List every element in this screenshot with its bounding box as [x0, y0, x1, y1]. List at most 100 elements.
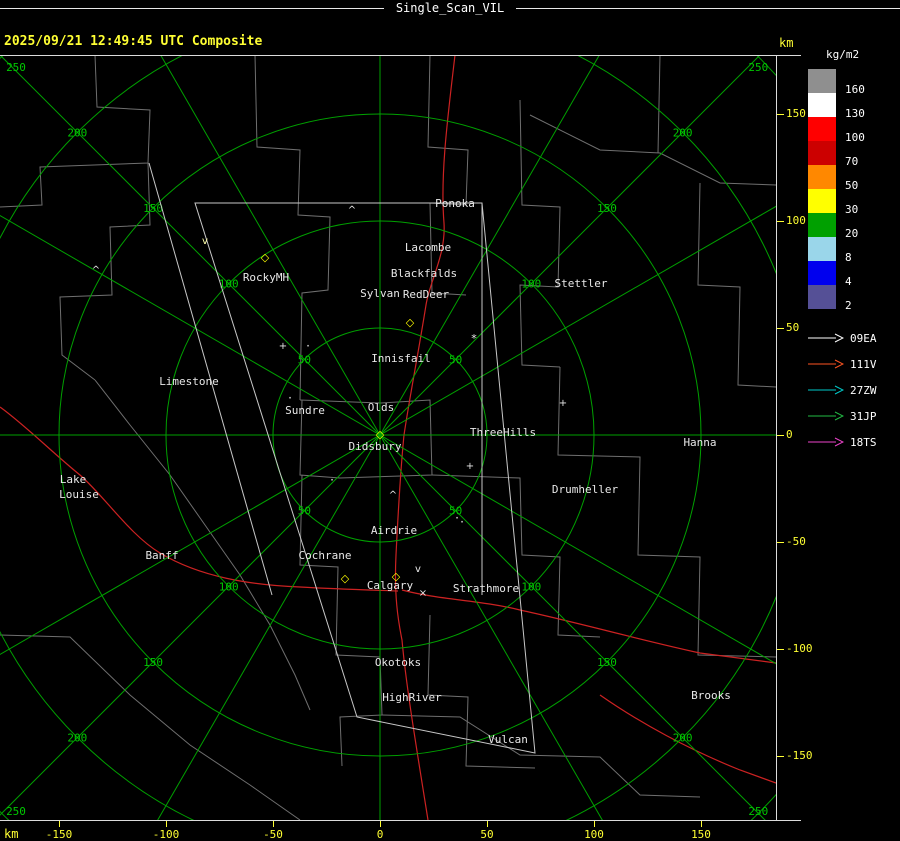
map-marker: + — [466, 461, 474, 472]
x-tick-label: -150 — [45, 828, 73, 841]
azimuth-line — [0, 38, 777, 816]
y-tick-label: 50 — [786, 321, 800, 334]
radar-arrow-icon — [808, 385, 844, 395]
x-tick — [273, 821, 274, 827]
highway-line — [394, 54, 456, 821]
city-label: Stettler — [555, 277, 608, 290]
highway-line — [401, 589, 777, 664]
map-marker: + — [559, 398, 567, 409]
y-tick — [777, 328, 784, 329]
range-ring — [0, 0, 900, 841]
legend-row: 2 — [808, 285, 898, 312]
range-ring-label: 150 — [597, 656, 617, 669]
map-marker: · — [460, 515, 464, 529]
legend-row: 70 — [808, 141, 898, 168]
legend-row: 4 — [808, 261, 898, 288]
county-boundary — [657, 54, 661, 154]
plot-border-top — [0, 55, 801, 56]
range-ring-label: 250 — [6, 805, 26, 818]
range-ring-label: 200 — [673, 126, 693, 139]
y-tick-label: -100 — [786, 642, 813, 655]
legend-value: 20 — [845, 227, 859, 240]
county-boundary — [519, 99, 561, 368]
city-label: Brooks — [691, 689, 731, 702]
city-label: Drumheller — [552, 483, 619, 496]
range-ring-label: 50 — [298, 505, 311, 518]
y-tick-label: 100 — [786, 214, 806, 227]
y-axis-unit-label: km — [779, 36, 794, 50]
y-tick — [777, 756, 784, 757]
legend-row: 100 — [808, 117, 898, 144]
map-marker: · — [288, 391, 292, 405]
map-marker: ^ — [92, 265, 100, 276]
city-label: Limestone — [159, 375, 219, 388]
legend-swatch — [808, 141, 836, 165]
legend-swatches: 160 130 100 70 50 30 20 8 4 2 — [808, 69, 898, 312]
city-label: Hanna — [683, 436, 716, 449]
map-marker: × — [419, 588, 427, 599]
title-bar: Single_Scan_VIL — [0, 0, 900, 17]
legend-swatch — [808, 189, 836, 213]
y-tick — [777, 114, 784, 115]
city-label: Sundre — [285, 404, 325, 417]
color-legend: kg/m2 160 130 100 70 50 30 20 8 4 2 09EA 111V 27ZW 3… — [808, 48, 898, 455]
range-ring — [0, 6, 809, 841]
legend-value: 160 — [845, 83, 865, 96]
city-label: RockyMH — [243, 271, 289, 284]
city-label: ThreeHills — [470, 426, 536, 439]
city-label: Didsbury — [349, 440, 402, 453]
legend-swatch — [808, 165, 836, 189]
map-marker: · — [306, 339, 310, 353]
city-label: Okotoks — [375, 656, 421, 669]
radar-legend-row: 18TS — [808, 429, 898, 455]
y-tick-label: -150 — [786, 749, 813, 762]
x-tick-label: 150 — [691, 828, 711, 841]
range-ring-label: 100 — [219, 580, 239, 593]
map-marker: ^ — [348, 205, 356, 216]
legend-row: 20 — [808, 213, 898, 240]
radar-id-label: 18TS — [850, 435, 877, 449]
radar-id-label: 111V — [850, 357, 877, 371]
legend-swatch — [808, 69, 836, 93]
radar-id-label: 09EA — [850, 331, 877, 345]
scan-sector-outline — [194, 202, 536, 754]
map-marker: ◇ — [406, 316, 415, 329]
x-tick — [166, 821, 167, 827]
map-marker: · — [330, 473, 334, 487]
county-boundary — [557, 366, 777, 658]
range-ring-label: 250 — [6, 61, 26, 74]
map-marker: ^ — [389, 490, 397, 501]
city-label: Lake — [60, 473, 87, 486]
city-label: Airdrie — [371, 524, 417, 537]
county-boundary — [299, 474, 383, 767]
city-label: Lacombe — [405, 241, 451, 254]
county-boundary — [381, 714, 701, 798]
radar-id-label: 27ZW — [850, 383, 877, 397]
x-tick-label: 0 — [376, 828, 384, 841]
range-ring-label: 100 — [521, 580, 541, 593]
radar-arrow-icon — [808, 333, 844, 343]
radar-id-label: 31JP — [850, 409, 877, 423]
legend-row: 130 — [808, 93, 898, 120]
city-label: Olds — [368, 401, 395, 414]
city-label: Vulcan — [488, 733, 528, 746]
map-marker: + — [279, 341, 287, 352]
legend-unit-label: kg/m2 — [826, 48, 860, 61]
scan-timestamp: 2025/09/21 12:49:45 UTC Composite — [4, 34, 263, 49]
x-tick-label: -50 — [263, 828, 283, 841]
radar-arrow-icon — [808, 411, 844, 421]
range-ring-label: 150 — [143, 202, 163, 215]
map-marker: v — [202, 236, 208, 247]
city-label: Louise — [59, 488, 99, 501]
radar-map[interactable]: 50 50 50 50 100 100 100 100 150 150 150 150 200 200 20… — [0, 0, 900, 841]
legend-swatch — [808, 261, 836, 285]
city-label: Blackfalds — [391, 267, 457, 280]
city-label: Calgary — [367, 579, 414, 592]
range-ring-label: 100 — [521, 278, 541, 291]
range-ring-label: 250 — [748, 61, 768, 74]
y-tick-label: 150 — [786, 107, 806, 120]
map-marker: ◇ — [261, 251, 270, 264]
range-ring-label: 200 — [673, 732, 693, 745]
y-tick-label: 0 — [786, 428, 793, 441]
legend-value: 30 — [845, 203, 859, 216]
